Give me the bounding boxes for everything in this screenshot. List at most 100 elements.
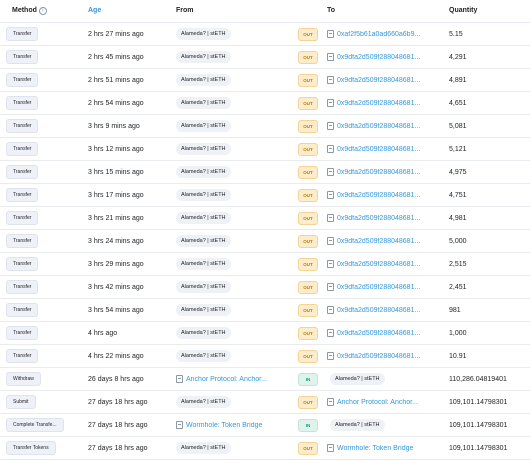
from-address-pill[interactable]: Alameda? | stETH <box>176 166 231 178</box>
age-text: 3 hrs 12 mins ago <box>88 145 144 153</box>
to-address-pill[interactable]: Alameda? | stETH <box>330 419 385 431</box>
method-badge[interactable]: Transfer <box>6 73 39 87</box>
to-cell: 0x9dfa2d509f288048681... <box>327 299 420 321</box>
to-address-link[interactable]: 0x9dfa2d509f288048681... <box>337 100 420 107</box>
to-cell: Wormhole: Token Bridge <box>327 437 413 459</box>
method-badge[interactable]: Transfer <box>6 211 39 225</box>
to-address-link[interactable]: Wormhole: Token Bridge <box>337 445 413 452</box>
to-cell: 0x9dfa2d509f288048681... <box>327 230 420 252</box>
from-address-pill[interactable]: Alameda? | stETH <box>176 74 231 86</box>
direction-cell: OUT <box>298 115 318 137</box>
from-column-header: From <box>176 7 194 14</box>
method-badge[interactable]: Transfer <box>6 280 39 294</box>
age-cell: 26 days 8 hrs ago <box>88 368 144 390</box>
method-badge[interactable]: Transfer <box>6 165 39 179</box>
direction-badge: OUT <box>298 73 318 87</box>
to-address-link[interactable]: 0x9dfa2d509f288048681... <box>337 284 420 291</box>
to-address-link[interactable]: Anchor Protocol: Anchor... <box>337 399 418 406</box>
method-badge[interactable]: Transfer <box>6 119 39 133</box>
from-address-pill[interactable]: Alameda? | stETH <box>176 143 231 155</box>
to-address-link[interactable]: 0x9dfa2d509f288048681... <box>337 77 420 84</box>
from-address-pill[interactable]: Alameda? | stETH <box>176 97 231 109</box>
table-row: Withdraw 26 days 8 hrs ago Anchor Protocol… <box>0 368 530 391</box>
method-cell: Transfer <box>6 230 70 252</box>
method-badge[interactable]: Withdraw <box>6 372 41 386</box>
to-address-link[interactable]: 0x9dfa2d509f288048681... <box>337 330 420 337</box>
table-row: Transfer 2 hrs 54 mins ago Alameda? | stET… <box>0 92 530 115</box>
method-badge[interactable]: Transfer <box>6 257 39 271</box>
from-address-pill[interactable]: Alameda? | stETH <box>176 258 231 270</box>
to-contract: 0x9dfa2d509f288048681... <box>327 260 420 268</box>
to-address-link[interactable]: 0x9dfa2d509f288048681... <box>337 169 420 176</box>
method-badge[interactable]: Transfer <box>6 50 39 64</box>
contract-doc-icon <box>327 398 334 406</box>
age-column-header[interactable]: Age <box>88 7 101 14</box>
to-address-link[interactable]: 0x9dfa2d509f288048681... <box>337 307 420 314</box>
method-cell: Transfer <box>6 322 70 344</box>
to-contract: 0x9dfa2d509f288048681... <box>327 352 420 360</box>
method-badge[interactable]: Transfer <box>6 303 39 317</box>
from-cell: Alameda? | stETH <box>176 161 231 183</box>
from-address-pill[interactable]: Alameda? | stETH <box>176 212 231 224</box>
to-address-link[interactable]: 0x9dfa2d509f288048681... <box>337 192 420 199</box>
method-badge[interactable]: Submit <box>6 395 36 409</box>
method-badge[interactable]: Transfer <box>6 188 39 202</box>
table-row: Transfer Tokens 27 days 18 hrs ago Alameda… <box>0 437 530 460</box>
from-address-pill[interactable]: Alameda? | stETH <box>176 304 231 316</box>
from-address-pill[interactable]: Alameda? | stETH <box>176 396 231 408</box>
to-contract: 0x9dfa2d509f288048681... <box>327 53 420 61</box>
method-badge[interactable]: Transfer <box>6 234 39 248</box>
table-row: Transfer 4 hrs ago Alameda? | stETH OUT 0x9d… <box>0 322 530 345</box>
to-address-link[interactable]: 0x9dfa2d509f288048681... <box>337 238 420 245</box>
to-contract: 0x9dfa2d509f288048681... <box>327 145 420 153</box>
from-address-pill[interactable]: Alameda? | stETH <box>176 281 231 293</box>
to-address-link[interactable]: 0x9dfa2d509f288048681... <box>337 215 420 222</box>
direction-cell: OUT <box>298 253 318 275</box>
method-badge[interactable]: Transfer <box>6 326 39 340</box>
direction-badge: IN <box>298 418 318 432</box>
from-address-link[interactable]: Anchor Protocol: Anchor... <box>186 376 267 383</box>
method-badge[interactable]: Transfer <box>6 142 39 156</box>
direction-cell: IN <box>298 414 318 436</box>
from-address-pill[interactable]: Alameda? | stETH <box>176 235 231 247</box>
to-address-link[interactable]: 0x9dfa2d509f288048681... <box>337 261 420 268</box>
method-badge[interactable]: Complete Transfe... <box>6 418 64 432</box>
quantity-cell: 4,975 <box>449 161 467 183</box>
from-address-link[interactable]: Wormhole: Token Bridge <box>186 422 262 429</box>
direction-badge: OUT <box>298 303 318 317</box>
method-badge[interactable]: Transfer Tokens <box>6 441 56 455</box>
to-address-link[interactable]: 0x9dfa2d509f288048681... <box>337 123 420 130</box>
to-cell: 0x9dfa2d509f288048681... <box>327 138 420 160</box>
quantity-cell: 4,981 <box>449 207 467 229</box>
from-address-pill[interactable]: Alameda? | stETH <box>176 120 231 132</box>
to-address-link[interactable]: 0xaf2f5b61a0ad660a6b9... <box>337 31 420 38</box>
to-address-pill[interactable]: Alameda? | stETH <box>330 373 385 385</box>
method-badge[interactable]: Transfer <box>6 349 39 363</box>
direction-cell: OUT <box>298 23 318 45</box>
from-address-pill[interactable]: Alameda? | stETH <box>176 189 231 201</box>
age-text: 27 days 18 hrs ago <box>88 421 148 429</box>
from-address-pill[interactable]: Alameda? | stETH <box>176 327 231 339</box>
from-cell: Alameda? | stETH <box>176 46 231 68</box>
info-icon[interactable]: i <box>38 7 47 15</box>
to-address-link[interactable]: 0x9dfa2d509f288048681... <box>337 54 420 61</box>
from-cell: Alameda? | stETH <box>176 253 231 275</box>
from-address-pill[interactable]: Alameda? | stETH <box>176 442 231 454</box>
to-address-link[interactable]: 0x9dfa2d509f288048681... <box>337 146 420 153</box>
from-address-pill[interactable]: Alameda? | stETH <box>176 28 231 40</box>
method-badge[interactable]: Transfer <box>6 96 39 110</box>
table-row: Transfer 3 hrs 9 mins ago Alameda? | stETH… <box>0 115 530 138</box>
age-cell: 2 hrs 27 mins ago <box>88 23 144 45</box>
direction-badge: OUT <box>298 165 318 179</box>
from-address-pill[interactable]: Alameda? | stETH <box>176 350 231 362</box>
table-row: Transfer 2 hrs 45 mins ago Alameda? | stET… <box>0 46 530 69</box>
direction-badge: OUT <box>298 96 318 110</box>
to-address-link[interactable]: 0x9dfa2d509f288048681... <box>337 353 420 360</box>
age-text: 3 hrs 29 mins ago <box>88 260 144 268</box>
method-badge[interactable]: Transfer <box>6 27 39 41</box>
age-text: 2 hrs 51 mins ago <box>88 76 144 84</box>
from-address-pill[interactable]: Alameda? | stETH <box>176 51 231 63</box>
direction-badge: OUT <box>298 211 318 225</box>
table-row: Transfer 4 hrs 22 mins ago Alameda? | stET… <box>0 345 530 368</box>
contract-doc-icon <box>327 76 334 84</box>
